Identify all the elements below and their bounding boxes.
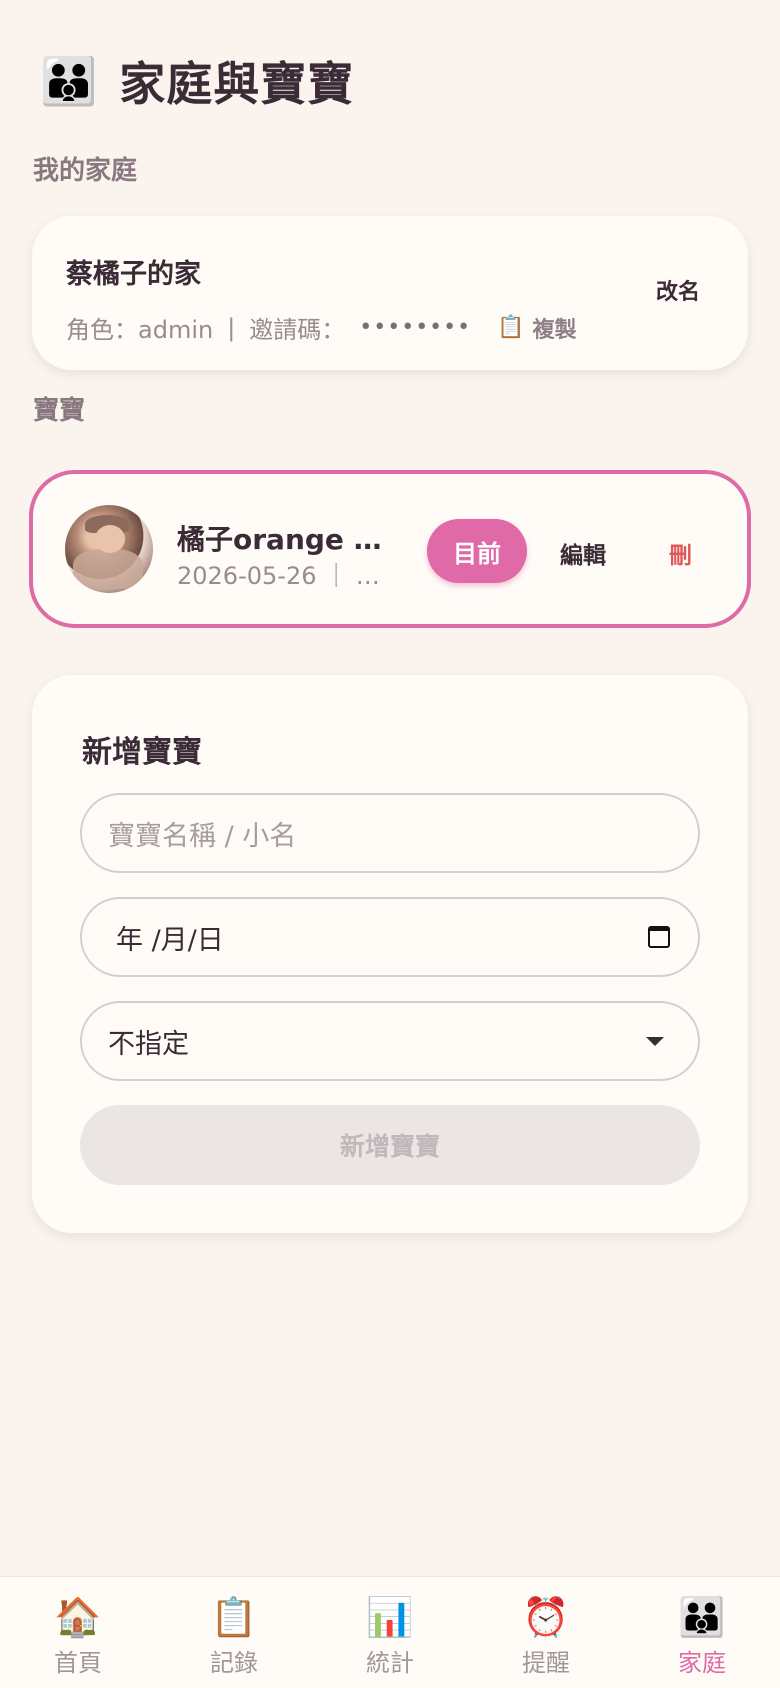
rename-family-button[interactable]: 改名 [656, 274, 700, 306]
nav-label: 首頁 [54, 1649, 102, 1677]
invite-code-value: •••••••• [359, 315, 472, 340]
edit-baby-button[interactable]: 編輯 [560, 536, 606, 570]
nav-stats[interactable]: 📊 統計 [312, 1577, 468, 1688]
family-name: 蔡橘子的家 [66, 259, 201, 290]
birthdate-value: 年 /月/日 [116, 924, 224, 956]
family-icon: 👪 [678, 1595, 726, 1639]
page-header: 👪 家庭與寶寶 [40, 48, 354, 114]
chart-icon: 📊 [366, 1595, 414, 1639]
baby-name-placeholder: 寶寶名稱 / 小名 [108, 820, 297, 852]
home-icon: 🏠 [54, 1595, 102, 1639]
nav-label: 記錄 [210, 1649, 258, 1677]
nav-home[interactable]: 🏠 首頁 [0, 1577, 156, 1688]
add-baby-form-title: 新增寶寶 [82, 735, 202, 770]
baby-card[interactable]: 橘子orange 🍊 … 2026-05-26 ｜ 蔡… 目前 編輯 刪 [29, 470, 751, 628]
family-meta: 角色：admin | 邀請碼： •••••••• 📋 複製 [66, 310, 577, 345]
clipboard-icon: 📋 [497, 315, 525, 340]
babies-section-label: 寶寶 [33, 396, 86, 426]
nav-label: 提醒 [522, 1649, 570, 1677]
alarm-clock-icon: ⏰ [522, 1595, 570, 1639]
nav-reminders[interactable]: ⏰ 提醒 [468, 1577, 624, 1688]
baby-avatar [65, 505, 153, 593]
baby-name-input[interactable]: 寶寶名稱 / 小名 [80, 793, 700, 873]
bottom-nav: 🏠 首頁 📋 記錄 📊 統計 ⏰ 提醒 👪 家庭 [0, 1576, 780, 1688]
copy-invite-code-button[interactable]: 📋 複製 [497, 312, 576, 344]
baby-name: 橘子orange 🍊 … [177, 523, 409, 556]
nav-label: 統計 [366, 1649, 414, 1677]
current-baby-button[interactable]: 目前 [427, 519, 527, 583]
clipboard-icon: 📋 [210, 1595, 258, 1639]
nav-family[interactable]: 👪 家庭 [624, 1577, 780, 1688]
gender-value: 不指定 [108, 1028, 189, 1060]
invite-code-label: 邀請碼： [249, 316, 346, 344]
nav-label: 家庭 [678, 1649, 726, 1677]
role-text: 角色：admin [66, 316, 214, 344]
family-icon: 👪 [40, 54, 98, 108]
page-title: 家庭與寶寶 [119, 57, 355, 111]
add-baby-button[interactable]: 新增寶寶 [80, 1105, 700, 1185]
baby-meta: 2026-05-26 ｜ 蔡… [177, 562, 389, 590]
chevron-down-icon [646, 1036, 664, 1046]
separator: | [227, 313, 236, 342]
my-family-section-label: 我的家庭 [33, 156, 138, 186]
birthdate-input[interactable]: 年 /月/日 [80, 897, 700, 977]
delete-baby-button[interactable]: 刪 [669, 536, 692, 570]
add-baby-form: 新增寶寶 寶寶名稱 / 小名 年 /月/日 不指定 新增寶寶 [32, 675, 748, 1233]
gender-select[interactable]: 不指定 [80, 1001, 700, 1081]
family-card: 蔡橘子的家 角色：admin | 邀請碼： •••••••• 📋 複製 改名 [32, 216, 748, 370]
nav-records[interactable]: 📋 記錄 [156, 1577, 312, 1688]
copy-label: 複製 [532, 317, 577, 343]
calendar-icon[interactable] [648, 926, 670, 948]
